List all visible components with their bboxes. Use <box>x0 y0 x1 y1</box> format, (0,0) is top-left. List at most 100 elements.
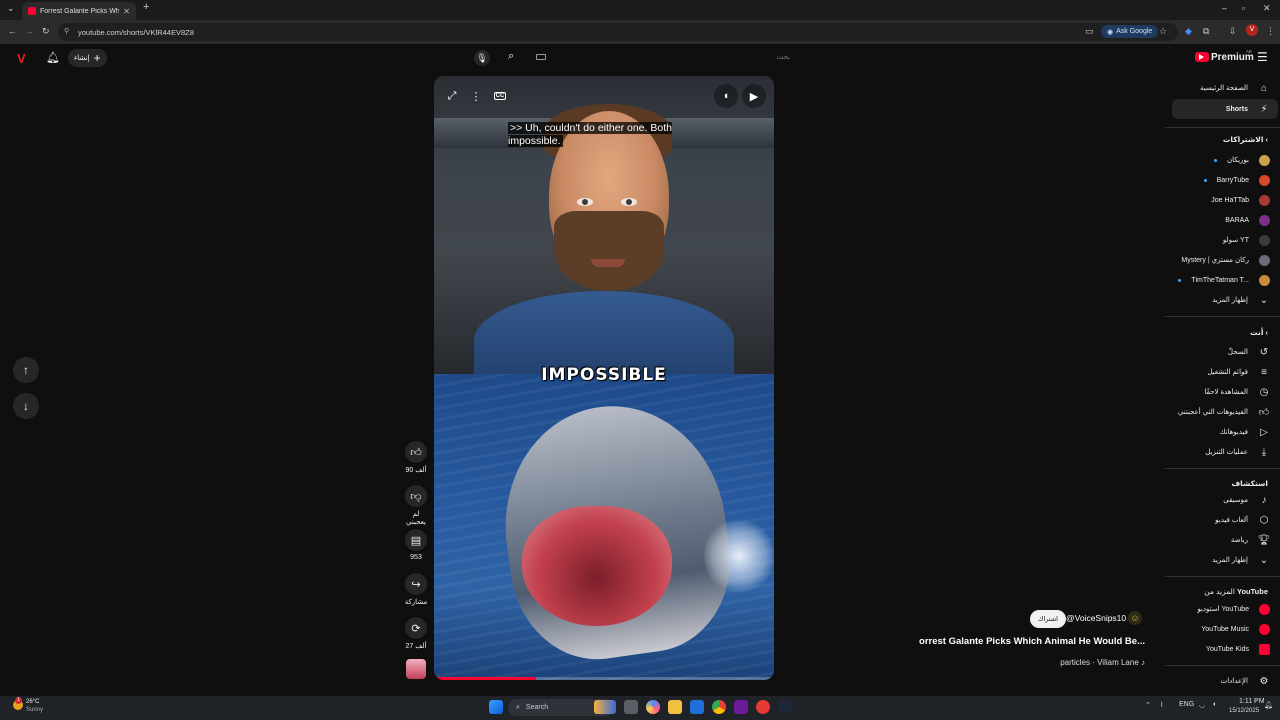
sidebar-item-home[interactable]: الصفحة الرئيسية ⌂ <box>1200 79 1270 97</box>
comments-button[interactable]: ▤ 953 <box>402 529 430 561</box>
sidebar-item-gaming[interactable]: ألعاب فيديو ⬡ <box>1215 511 1270 529</box>
channel-avatar <box>1259 154 1270 166</box>
volume-icon[interactable]: ◖ <box>1212 701 1216 708</box>
tray-overflow-icon[interactable]: ⌃ <box>1145 701 1151 709</box>
sidebar-subscription[interactable]: BarryTube <box>1203 171 1270 189</box>
sidebar-subscription[interactable]: TimTheTatman T... <box>1178 271 1270 289</box>
sidebar-item-liked[interactable]: الفيديوهات التي أعجبتني 👍︎ <box>1178 403 1270 421</box>
sidebar-divider <box>1165 127 1280 128</box>
address-bar[interactable]: ⚲ youtube.com/shorts/VKlR44EV8Z8 <box>58 23 1178 41</box>
sidebar-show-more[interactable]: إظهار المزيد ⌄ <box>1212 291 1270 309</box>
sidebar-item-history[interactable]: السجلّ ↺ <box>1228 343 1270 361</box>
sidebar-item-label: TimTheTatman T... <box>1191 276 1249 284</box>
bookmark-star-icon[interactable]: ☆ <box>1159 26 1167 37</box>
channel-name[interactable]: @VoiceSnips10 <box>1066 613 1126 623</box>
file-explorer-icon[interactable] <box>668 700 682 714</box>
sidebar-item-youtube-music[interactable]: YouTube Music <box>1201 620 1270 638</box>
network-icon[interactable]: ⌇ <box>1160 701 1163 709</box>
fullscreen-icon[interactable]: ⤢ <box>440 84 464 108</box>
sidebar-item-playlists[interactable]: قوائم التشغيل ≡ <box>1207 363 1270 381</box>
sidebar-explore-more[interactable]: إظهار المزيد ⌄ <box>1212 551 1270 569</box>
youtube-play-glyph-icon <box>1199 54 1204 60</box>
video-progress-bar[interactable] <box>434 677 774 680</box>
close-window-button[interactable]: ✕ <box>1263 3 1271 14</box>
vivaldi-logo-icon[interactable]: V <box>17 51 26 66</box>
next-short-button[interactable]: ↓ <box>13 393 39 419</box>
language-indicator[interactable]: ENG <box>1179 701 1194 708</box>
like-button[interactable]: 👍︎ 90 ألف <box>402 441 430 474</box>
sidebar-item-youtube-studio[interactable]: استوديو YouTube <box>1197 600 1270 618</box>
sidebar-item-music[interactable]: موسيقى ♪ <box>1223 491 1270 509</box>
downloads-toolbar-icon[interactable]: ⇩ <box>1229 26 1237 37</box>
search-input[interactable]: بحث <box>530 48 800 68</box>
chrome-icon[interactable] <box>712 700 726 714</box>
sidebar-item-downloads[interactable]: عمليات التنزيل ⤓ <box>1205 443 1270 461</box>
video-title[interactable]: orrest Galante Picks Which Animal He Wou… <box>900 636 1145 647</box>
ask-google-button[interactable]: ◉ Ask Google <box>1101 25 1159 38</box>
notification-bell-icon[interactable]: 🔔︎ <box>1264 701 1273 709</box>
sidebar-item-label: BarryTube <box>1216 176 1249 184</box>
subscribe-button[interactable]: اشتراك <box>1030 610 1066 628</box>
forward-icon[interactable]: → <box>25 26 34 36</box>
mute-volume-icon[interactable]: ◖ <box>714 84 738 108</box>
sidebar-subscription[interactable]: Mystery | ركان مستري <box>1181 251 1270 269</box>
back-icon[interactable]: ← <box>8 26 17 36</box>
sidebar-item-settings[interactable]: الإعدادات ⚙ <box>1221 672 1270 690</box>
reload-icon[interactable]: ↻ <box>42 26 50 37</box>
extension-icon[interactable]: ◆ <box>1185 26 1192 37</box>
remix-button[interactable]: ⟳ 27 ألف <box>402 617 430 650</box>
play-icon[interactable]: ▶ <box>742 84 766 108</box>
sidebar-item-youtube-kids[interactable]: YouTube Kids <box>1206 640 1270 658</box>
sidebar-item-sports[interactable]: رياضة 🏆︎ <box>1231 531 1271 549</box>
new-content-dot <box>1203 178 1207 182</box>
tab-close-icon[interactable]: ✕ <box>123 7 130 16</box>
guide-menu-icon[interactable]: ☰ <box>1257 50 1268 64</box>
sidebar-item-shorts[interactable]: Shorts ⚡︎ <box>1172 99 1278 119</box>
browser-tab[interactable]: Forrest Galante Picks Which Animal He Wo… <box>22 2 136 20</box>
steam-icon[interactable] <box>778 700 792 714</box>
sidebar-item-your-videos[interactable]: فيديوهاتك ▷ <box>1220 423 1270 441</box>
extensions-puzzle-icon[interactable]: ⧉ <box>1203 26 1209 37</box>
sidebar-item-watch-later[interactable]: المشاهدة لاحقًا ◷ <box>1205 383 1270 401</box>
previous-short-button[interactable]: ↑ <box>13 357 39 383</box>
channel-avatar[interactable]: ☺ <box>1128 611 1142 625</box>
subscriptions-header[interactable]: الاشتراكات ‹ <box>1223 135 1268 144</box>
store-icon[interactable] <box>690 700 704 714</box>
sidebar-subscription[interactable]: Joe HaTTab <box>1211 191 1270 209</box>
wifi-icon[interactable]: ◡ <box>1199 701 1205 709</box>
shorts-video-player[interactable]: >> Uh, couldn't do either one. Both impo… <box>434 76 774 680</box>
site-info-icon[interactable]: ⚲ <box>64 27 69 35</box>
sidebar-subscription[interactable]: بوريكان <box>1213 151 1270 169</box>
sidebar-subscription[interactable]: سولو YT <box>1223 231 1270 249</box>
sound-thumbnail[interactable] <box>406 659 426 679</box>
voice-search-icon[interactable]: 🎙︎ <box>474 50 490 66</box>
task-view-icon[interactable] <box>624 700 638 714</box>
dislike-button[interactable]: 👎︎ لم يعجبني <box>402 485 430 526</box>
windows-start-icon[interactable] <box>489 700 503 714</box>
captions-icon[interactable]: CC <box>488 84 512 108</box>
music-credit[interactable]: particles · Viliam Lane ♪ <box>1010 658 1145 667</box>
vivaldi-taskbar-icon[interactable] <box>756 700 770 714</box>
maximize-button[interactable]: ▫ <box>1242 3 1245 13</box>
youtube-music-icon <box>1259 623 1270 635</box>
minimize-button[interactable]: – <box>1222 3 1227 13</box>
cast-icon[interactable]: ▭ <box>1085 26 1094 37</box>
sidebar-subscription[interactable]: BARAA <box>1225 211 1270 229</box>
share-button[interactable]: ↪ مشاركة <box>402 573 430 606</box>
copilot-icon[interactable] <box>646 700 660 714</box>
notifications-bell-icon[interactable]: 🔔︎ <box>46 51 60 64</box>
browser-toolbar: ← → ↻ ⚲ youtube.com/shorts/VKlR44EV8Z8 ▭… <box>0 20 1280 44</box>
search-icon[interactable]: ⌕ <box>508 50 514 63</box>
clock-date[interactable]: 15/12/2025 <box>1229 708 1259 714</box>
tab-title: Forrest Galante Picks Which Animal He Wo… <box>40 7 120 15</box>
nvidia-app-icon[interactable] <box>734 700 748 714</box>
history-icon: ↺ <box>1259 346 1269 358</box>
create-button[interactable]: إنشاء + <box>68 49 107 67</box>
you-header[interactable]: أنت ‹ <box>1250 328 1268 337</box>
more-options-icon[interactable]: ⋮ <box>464 84 488 108</box>
new-tab-button[interactable]: + <box>143 1 149 13</box>
profile-avatar[interactable]: V <box>1246 24 1258 36</box>
browser-menu-icon[interactable]: ⋮ <box>1266 26 1275 37</box>
tab-search-button[interactable]: ⌄ <box>7 3 15 14</box>
clock-time[interactable]: 1:11 PM <box>1239 698 1265 705</box>
